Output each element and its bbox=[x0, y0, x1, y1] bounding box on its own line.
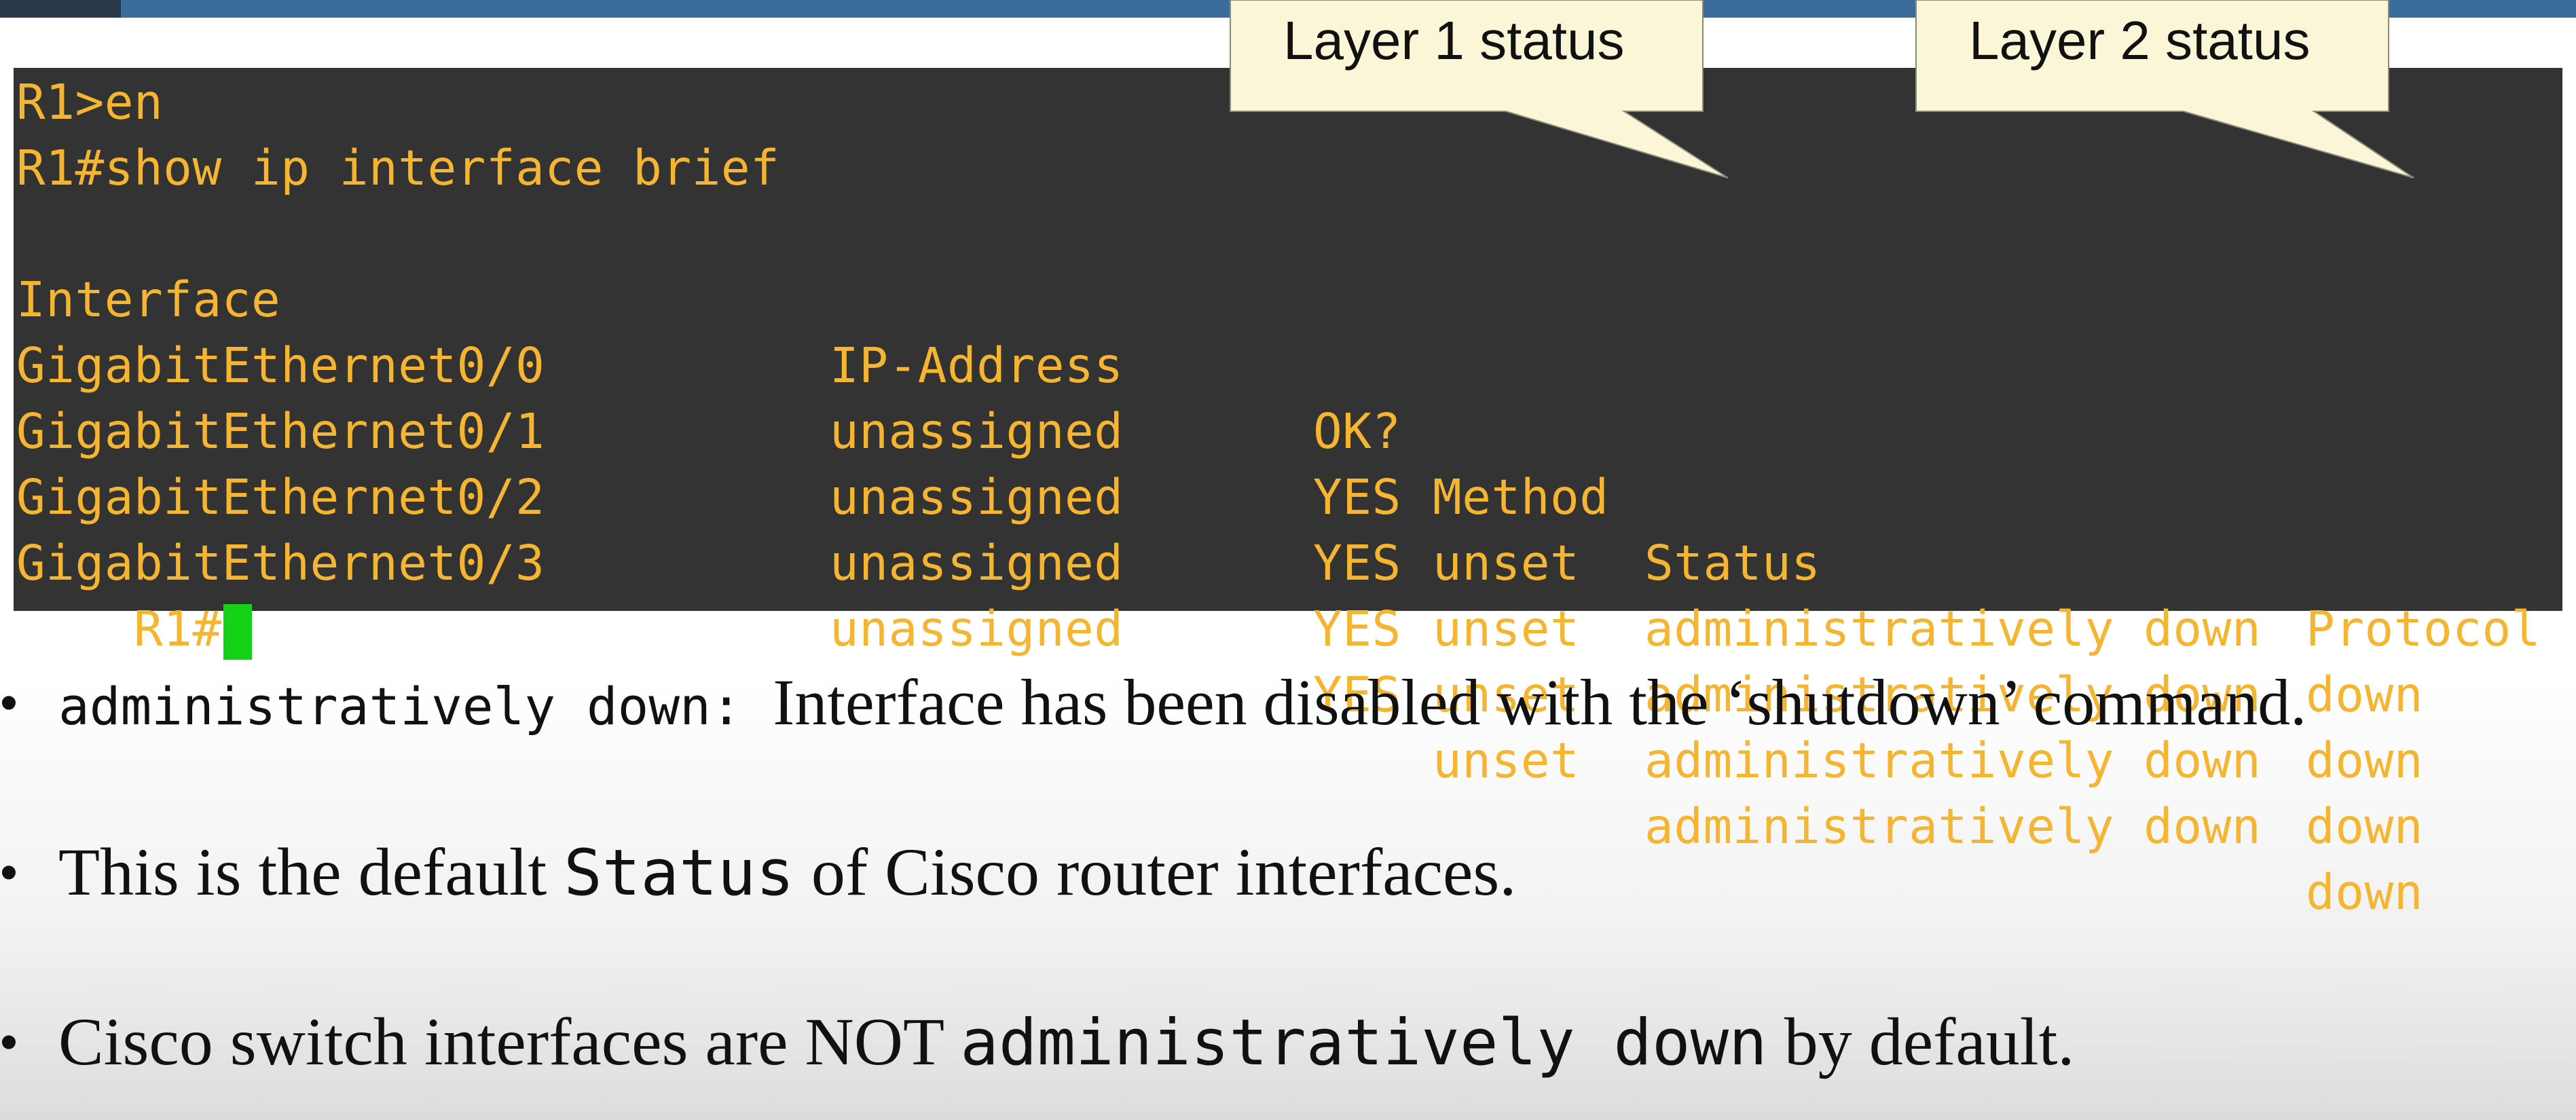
col-header-method: Method bbox=[1433, 469, 1609, 525]
terminal-prompt: R1# bbox=[133, 601, 222, 657]
cell-protocol: down bbox=[2306, 732, 2423, 789]
bullet-phrase: by default. bbox=[1767, 1004, 2075, 1079]
col-header-status: Status bbox=[1644, 535, 1821, 591]
terminal-line: R1#show ip interface brief bbox=[16, 140, 780, 196]
cell-ip-address: unassigned bbox=[830, 535, 1124, 591]
bullet-glyph: • bbox=[0, 1013, 18, 1070]
table-row: GigabitEthernet0/0 unassigned YES unset … bbox=[16, 267, 2423, 723]
col-header-ip-address: IP-Address bbox=[830, 337, 1124, 394]
cell-method: unset bbox=[1433, 535, 1580, 591]
callout-layer2-label: Layer 2 status bbox=[1969, 10, 2311, 71]
terminal-line: R1>en bbox=[16, 74, 164, 130]
cell-protocol: down bbox=[2306, 667, 2423, 723]
bullet-phrase: This is the default bbox=[58, 834, 564, 910]
cell-ok: YES bbox=[1313, 535, 1401, 591]
bullet-glyph: • bbox=[0, 844, 18, 900]
table-row: GigabitEthernet0/1 unassigned YES unset … bbox=[16, 333, 2423, 789]
cell-method: unset bbox=[1433, 601, 1580, 657]
bullet-code: Status bbox=[564, 836, 794, 910]
cell-ok: YES bbox=[1313, 601, 1401, 657]
bullet-phrase: Cisco switch interfaces are NOT bbox=[58, 1004, 961, 1079]
cell-ip-address: unassigned bbox=[830, 403, 1124, 460]
cell-status: administratively down bbox=[1644, 798, 2262, 855]
col-header-ok: OK? bbox=[1313, 403, 1401, 460]
cell-protocol: down bbox=[2306, 864, 2423, 920]
slide-top-bar-corner bbox=[0, 0, 121, 18]
bullet-phrase: Interface has been disabled with the ‘sh… bbox=[773, 666, 2307, 739]
bullet-text: This is the default Status of Cisco rout… bbox=[58, 832, 1516, 914]
col-header-protocol: Protocol bbox=[2306, 601, 2541, 657]
bullet-text: administratively down: Interface has bee… bbox=[58, 665, 2306, 744]
cell-protocol: down bbox=[2306, 798, 2423, 855]
table-row: GigabitEthernet0/2 unassigned YES unset … bbox=[16, 398, 2423, 855]
bullet-glyph: • bbox=[0, 674, 18, 730]
bullet-code: administratively down: bbox=[58, 676, 773, 736]
cell-ip-address: unassigned bbox=[830, 469, 1124, 525]
terminal-cursor bbox=[223, 604, 252, 660]
bullet-code: administratively down bbox=[960, 1006, 1767, 1080]
bullet-phrase: of Cisco router interfaces. bbox=[794, 834, 1517, 910]
cell-ip-address: unassigned bbox=[830, 601, 1124, 657]
bullet-text: Cisco switch interfaces are NOT administ… bbox=[58, 1001, 2074, 1084]
cell-status: administratively down bbox=[1644, 601, 2262, 657]
callout-layer1-label: Layer 1 status bbox=[1283, 10, 1625, 71]
table-row: GigabitEthernet0/3 unassigned YES unset … bbox=[16, 464, 2423, 920]
cell-ok: YES bbox=[1313, 469, 1401, 525]
terminal-prompt-line[interactable]: R1# bbox=[16, 530, 252, 660]
table-header-row: Interface IP-Address OK? Method Status P… bbox=[16, 201, 2540, 657]
